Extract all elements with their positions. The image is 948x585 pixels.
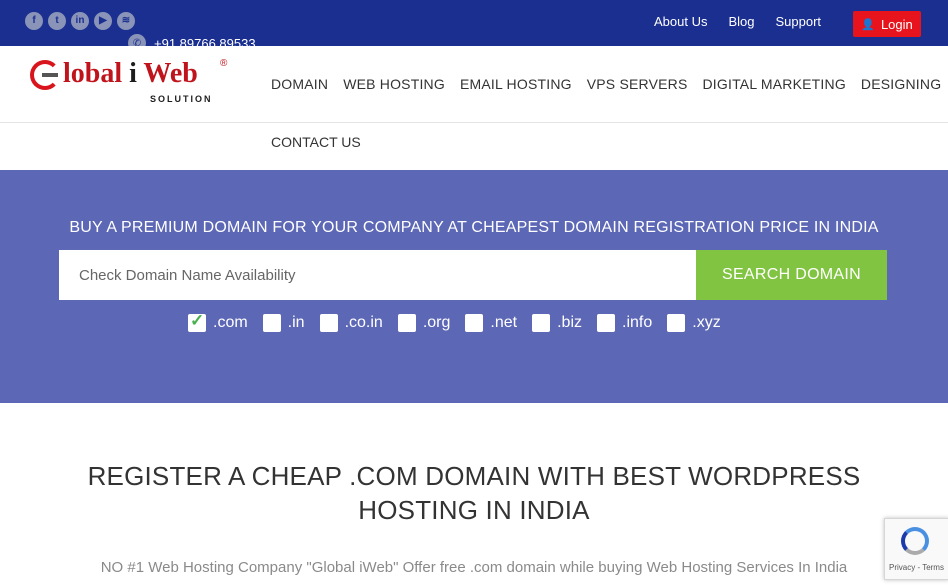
- checkbox[interactable]: [532, 314, 551, 332]
- intro-text: NO #1 Web Hosting Company "Global iWeb" …: [100, 559, 848, 576]
- social-links: f t in ▶ ≋: [25, 12, 135, 30]
- recaptcha-icon: [901, 527, 929, 555]
- site-header: lobal i Web ® SOLUTION DOMAIN WEB HOSTIN…: [0, 46, 948, 170]
- checkbox[interactable]: [262, 314, 281, 332]
- tld-option-org[interactable]: .org: [397, 314, 450, 332]
- domain-search-input[interactable]: [59, 250, 696, 300]
- checkbox[interactable]: [465, 314, 484, 332]
- tld-option-info[interactable]: .info: [597, 314, 652, 332]
- top-links: About Us Blog Support: [654, 14, 842, 29]
- checkbox[interactable]: [397, 314, 416, 332]
- main-nav-row-2: CONTACT US: [271, 134, 361, 152]
- tld-option-biz[interactable]: .biz: [532, 314, 582, 332]
- recaptcha-terms[interactable]: Privacy - Terms: [889, 563, 944, 572]
- nav-contact-us[interactable]: CONTACT US: [271, 134, 361, 150]
- linkedin-icon[interactable]: in: [71, 12, 89, 30]
- checkbox-checked[interactable]: [188, 311, 206, 332]
- checkbox[interactable]: [319, 314, 338, 332]
- recaptcha-badge[interactable]: Privacy - Terms: [884, 518, 948, 580]
- nav-email-hosting[interactable]: EMAIL HOSTING: [460, 76, 572, 92]
- logo-subtitle: SOLUTION: [150, 94, 213, 104]
- top-bar: f t in ▶ ≋ ✆ +91 89766 89533 About Us Bl…: [0, 0, 948, 52]
- youtube-icon[interactable]: ▶: [94, 12, 112, 30]
- nav-digital-marketing[interactable]: DIGITAL MARKETING: [703, 76, 846, 92]
- tld-option-com[interactable]: .com: [188, 311, 248, 332]
- facebook-icon[interactable]: f: [25, 12, 43, 30]
- nav-designing[interactable]: DESIGNING: [861, 76, 941, 92]
- page-title: REGISTER A CHEAP .COM DOMAIN WITH BEST W…: [87, 461, 861, 525]
- nav-web-hosting[interactable]: WEB HOSTING: [343, 76, 445, 92]
- nav-divider: [0, 122, 948, 123]
- user-icon: 👤: [861, 18, 875, 31]
- blog-link[interactable]: Blog: [728, 14, 754, 29]
- tld-options: .com .in .co.in .org .net .biz .info .xy…: [188, 311, 736, 332]
- login-label: Login: [880, 16, 913, 32]
- logo-mark-icon: [30, 60, 60, 90]
- rss-icon[interactable]: ≋: [117, 12, 135, 30]
- tld-option-in[interactable]: .in: [262, 314, 305, 332]
- login-button[interactable]: 👤 Login: [853, 11, 921, 37]
- checkbox[interactable]: [597, 314, 615, 332]
- nav-domain[interactable]: DOMAIN: [271, 76, 328, 92]
- logo[interactable]: lobal i Web ® SOLUTION: [30, 56, 230, 104]
- main-nav: DOMAIN WEB HOSTING EMAIL HOSTING VPS SER…: [271, 76, 948, 92]
- twitter-icon[interactable]: t: [48, 12, 66, 30]
- tld-option-net[interactable]: .net: [465, 314, 517, 332]
- logo-registered-mark: ®: [220, 58, 228, 69]
- logo-text: lobal i Web: [63, 58, 198, 89]
- search-domain-button[interactable]: SEARCH DOMAIN: [696, 250, 887, 300]
- tld-option-co-in[interactable]: .co.in: [319, 314, 383, 332]
- checkbox[interactable]: [667, 314, 686, 332]
- nav-vps-servers[interactable]: VPS SERVERS: [587, 76, 688, 92]
- hero-heading: BUY A PREMIUM DOMAIN FOR YOUR COMPANY AT…: [69, 219, 879, 236]
- tld-option-xyz[interactable]: .xyz: [667, 314, 721, 332]
- about-us-link[interactable]: About Us: [654, 14, 707, 29]
- domain-search-hero: BUY A PREMIUM DOMAIN FOR YOUR COMPANY AT…: [0, 170, 948, 403]
- support-link[interactable]: Support: [776, 14, 822, 29]
